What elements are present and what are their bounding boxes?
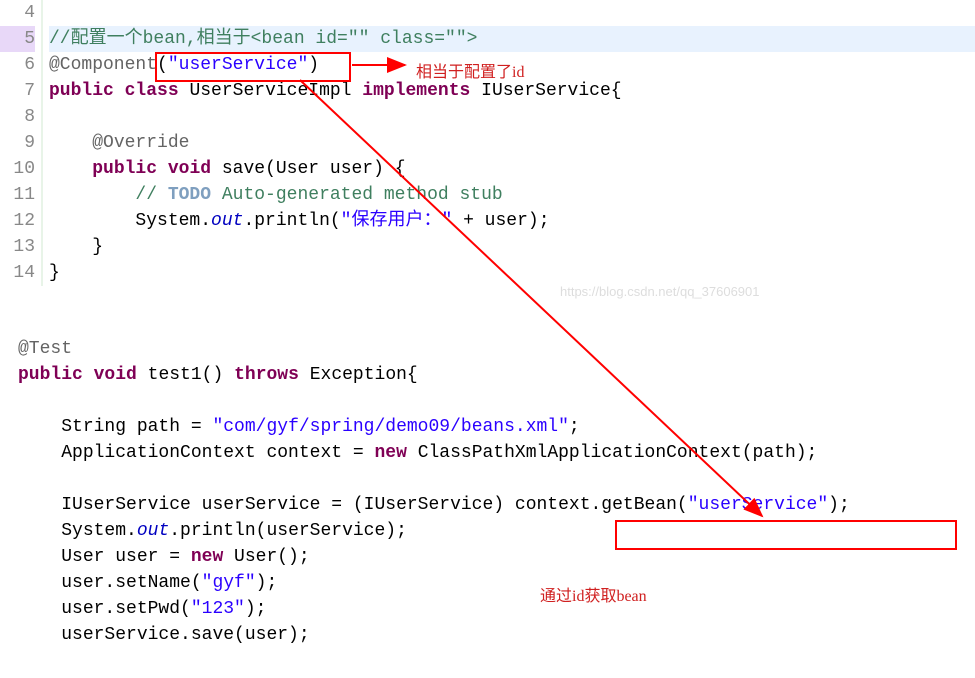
line-number-gutter: 4 5 6 7 8 9 10 11 12 13 14 [0, 0, 43, 286]
code-line: public void save(User user) { [49, 156, 975, 182]
line-number: 11 [0, 182, 35, 208]
line-number: 8 [0, 104, 35, 130]
watermark-text: https://blog.csdn.net/qq_37606901 [560, 284, 760, 299]
code-line: IUserService userService = (IUserService… [18, 492, 975, 518]
line-number: 7 [0, 78, 35, 104]
code-line: ApplicationContext context = new ClassPa… [18, 440, 975, 466]
line-number: 4 [0, 0, 35, 26]
annotation-text-getbean: 通过id获取bean [540, 582, 647, 606]
code-line: public void test1() throws Exception{ [18, 362, 975, 388]
code-line [18, 388, 975, 414]
code-line: System.out.println(userService); [18, 518, 975, 544]
code-line [49, 104, 975, 130]
code-line: user.setPwd("123"); [18, 596, 975, 622]
line-number: 14 [0, 260, 35, 286]
code-line: User user = new User(); [18, 544, 975, 570]
code-line: user.setName("gyf"); [18, 570, 975, 596]
code-line [49, 0, 975, 26]
annotation-text-id: 相当于配置了id [416, 58, 524, 82]
code-area-bottom: @Test public void test1() throws Excepti… [0, 336, 975, 648]
code-line: System.out.println("保存用户：" + user); [49, 208, 975, 234]
code-line: userService.save(user); [18, 622, 975, 648]
line-number: 12 [0, 208, 35, 234]
line-number: 9 [0, 130, 35, 156]
code-line [18, 466, 975, 492]
line-number: 10 [0, 156, 35, 182]
line-number: 6 [0, 52, 35, 78]
code-line: // TODO Auto-generated method stub [49, 182, 975, 208]
code-area-top: //配置一个bean,相当于<bean id="" class=""> @Com… [43, 0, 975, 286]
code-line: //配置一个bean,相当于<bean id="" class=""> [49, 26, 975, 52]
code-line: String path = "com/gyf/spring/demo09/bea… [18, 414, 975, 440]
code-editor-top: 4 5 6 7 8 9 10 11 12 13 14 //配置一个bean,相当… [0, 0, 975, 286]
line-number: 13 [0, 234, 35, 260]
code-line: @Override [49, 130, 975, 156]
code-line: } [49, 260, 975, 286]
code-line: @Test [18, 336, 975, 362]
line-number: 5 [0, 26, 35, 52]
code-line: } [49, 234, 975, 260]
